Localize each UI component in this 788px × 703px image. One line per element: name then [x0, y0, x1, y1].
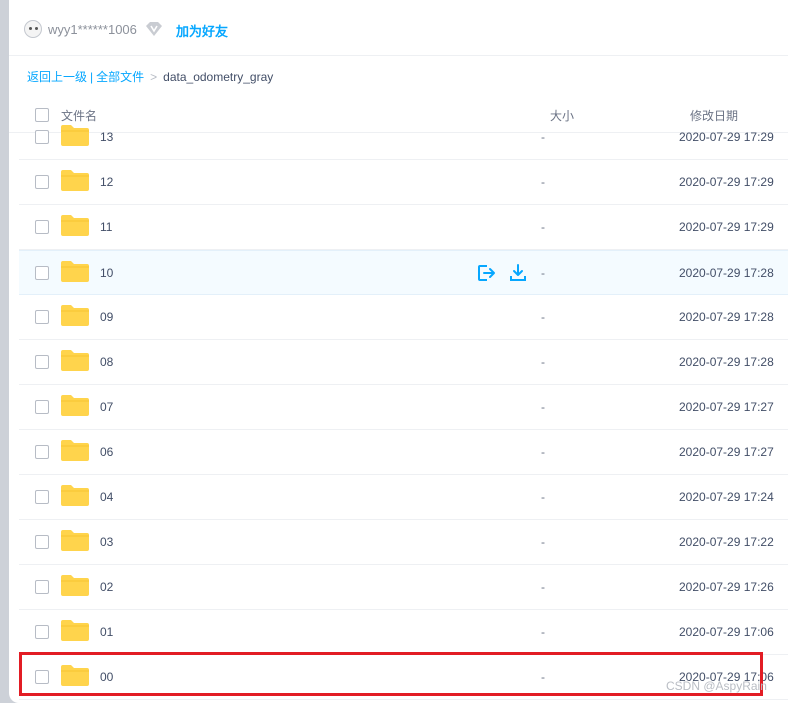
file-name[interactable]: 02	[100, 580, 113, 594]
file-date: 2020-07-29 17:27	[679, 445, 774, 459]
file-date: 2020-07-29 17:28	[679, 310, 774, 324]
table-row[interactable]: 00-2020-07-29 17:06	[19, 655, 788, 700]
row-checkbox[interactable]	[35, 445, 49, 459]
file-name[interactable]: 03	[100, 535, 113, 549]
file-date: 2020-07-29 17:29	[679, 175, 774, 189]
breadcrumb-separator: |	[90, 70, 94, 84]
file-share-panel: wyy1******1006 加为好友 返回上一级 | 全部文件 > data_odom…	[9, 0, 788, 703]
folder-icon	[61, 395, 89, 416]
file-size: -	[541, 220, 545, 234]
folder-icon	[61, 125, 89, 146]
row-checkbox[interactable]	[35, 220, 49, 234]
table-row[interactable]: 12 - 2020-07-29 17:29	[19, 160, 788, 205]
file-size: -	[541, 535, 545, 549]
username: wyy1******1006	[48, 22, 137, 37]
row-checkbox[interactable]	[35, 580, 49, 594]
file-size: -	[541, 670, 545, 684]
file-name[interactable]: 04	[100, 490, 113, 504]
current-folder: data_odometry_gray	[163, 70, 274, 84]
watermark: CSDN @AspyRain	[666, 679, 767, 693]
breadcrumb: 返回上一级 | 全部文件 > data_odometry_gray	[27, 68, 273, 85]
table-row[interactable]: 04 - 2020-07-29 17:24	[19, 475, 788, 520]
file-name[interactable]: 06	[100, 445, 113, 459]
file-name[interactable]: 13	[100, 130, 113, 144]
table-row[interactable]: 09 - 2020-07-29 17:28	[19, 295, 788, 340]
file-name[interactable]: 00	[100, 670, 113, 684]
file-size: -	[541, 175, 545, 189]
folder-icon	[61, 530, 89, 551]
file-name[interactable]: 08	[100, 355, 113, 369]
file-date: 2020-07-29 17:26	[679, 580, 774, 594]
folder-icon	[61, 620, 89, 641]
folder-icon	[61, 440, 89, 461]
folder-icon	[61, 170, 89, 191]
file-date: 2020-07-29 17:24	[679, 490, 774, 504]
file-size: -	[541, 490, 545, 504]
file-size: -	[541, 355, 545, 369]
folder-icon	[61, 350, 89, 371]
table-row[interactable]: 13 - 2020-07-29 17:29	[19, 115, 788, 160]
file-date: 2020-07-29 17:27	[679, 400, 774, 414]
row-checkbox[interactable]	[35, 175, 49, 189]
user-bar: wyy1******1006 加为好友	[9, 0, 788, 56]
row-checkbox[interactable]	[35, 625, 49, 639]
add-friend-button[interactable]: 加为好友	[176, 21, 228, 40]
row-checkbox[interactable]	[35, 490, 49, 504]
download-icon[interactable]	[508, 263, 528, 283]
folder-icon	[61, 665, 89, 686]
file-date: 2020-07-29 17:29	[679, 220, 774, 234]
file-size: -	[541, 130, 545, 144]
table-row[interactable]: 07 - 2020-07-29 17:27	[19, 385, 788, 430]
file-date: 2020-07-29 17:22	[679, 535, 774, 549]
row-checkbox[interactable]	[35, 535, 49, 549]
file-size: -	[541, 400, 545, 414]
file-name[interactable]: 07	[100, 400, 113, 414]
chevron-right-icon: >	[150, 70, 158, 84]
row-checkbox[interactable]	[35, 670, 49, 684]
row-checkbox[interactable]	[35, 130, 49, 144]
file-name[interactable]: 12	[100, 175, 113, 189]
file-size: -	[541, 625, 545, 639]
folder-icon	[61, 305, 89, 326]
row-checkbox[interactable]	[35, 400, 49, 414]
file-size: -	[541, 580, 545, 594]
back-link[interactable]: 返回上一级	[27, 70, 87, 84]
vip-icon	[146, 22, 162, 36]
file-name[interactable]: 01	[100, 625, 113, 639]
folder-icon	[61, 215, 89, 236]
row-checkbox[interactable]	[35, 266, 49, 280]
folder-icon	[61, 575, 89, 596]
file-name[interactable]: 11	[100, 220, 112, 234]
folder-icon	[61, 261, 89, 282]
table-row[interactable]: 03 - 2020-07-29 17:22	[19, 520, 788, 565]
file-date: 2020-07-29 17:06	[679, 625, 774, 639]
file-date: 2020-07-29 17:29	[679, 130, 774, 144]
table-row[interactable]: 02 - 2020-07-29 17:26	[19, 565, 788, 610]
table-row[interactable]: 10 - 2020-07-29 17:28	[19, 250, 788, 295]
file-date: 2020-07-29 17:28	[679, 355, 774, 369]
all-files-link[interactable]: 全部文件	[96, 70, 144, 84]
avatar[interactable]	[24, 20, 42, 38]
row-checkbox[interactable]	[35, 310, 49, 324]
file-name[interactable]: 10	[100, 266, 113, 280]
file-size: -	[541, 445, 545, 459]
file-date: 2020-07-29 17:28	[679, 266, 774, 280]
folder-icon	[61, 485, 89, 506]
table-row[interactable]: 11 - 2020-07-29 17:29	[19, 205, 788, 250]
share-icon[interactable]	[476, 263, 496, 283]
table-row[interactable]: 06 - 2020-07-29 17:27	[19, 430, 788, 475]
file-size: -	[541, 266, 545, 280]
table-row[interactable]: 01 - 2020-07-29 17:06	[19, 610, 788, 655]
file-size: -	[541, 310, 545, 324]
row-checkbox[interactable]	[35, 355, 49, 369]
table-row[interactable]: 08 - 2020-07-29 17:28	[19, 340, 788, 385]
file-list: 13-2020-07-29 17:29 12-2020-07-29 17:29 11…	[9, 118, 788, 703]
file-name[interactable]: 09	[100, 310, 113, 324]
